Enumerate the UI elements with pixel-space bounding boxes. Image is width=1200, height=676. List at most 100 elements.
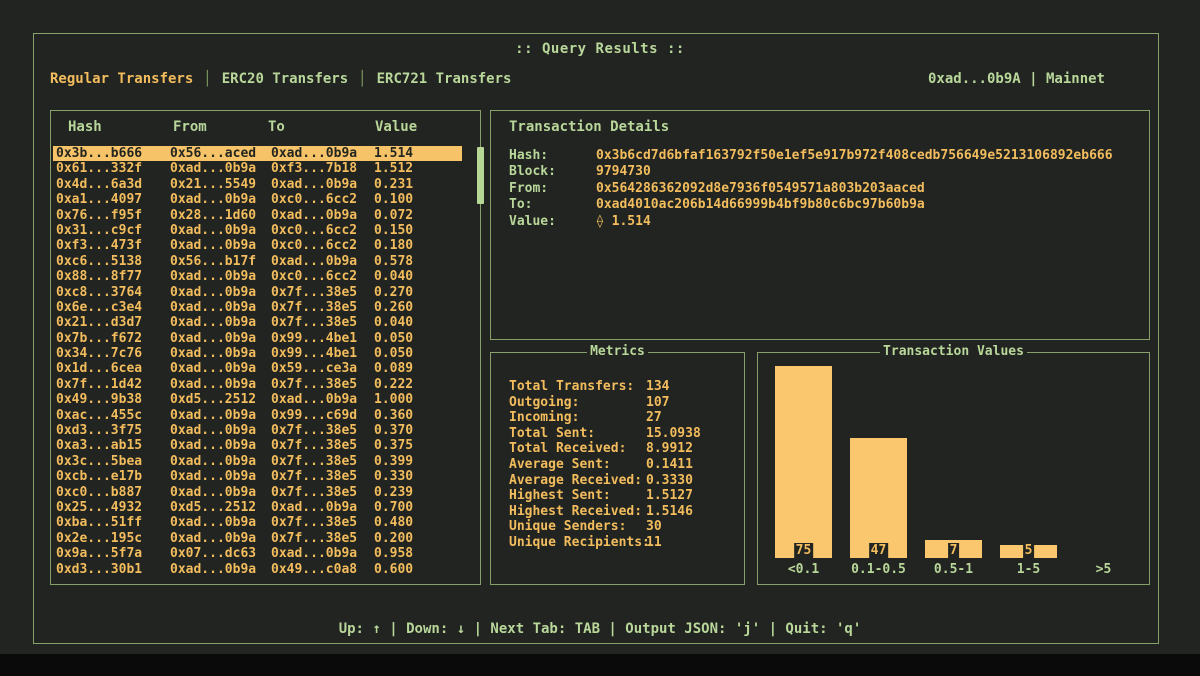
cell-hash: 0x7f...1d42 (56, 377, 170, 392)
cell-from: 0xad...0b9a (170, 454, 271, 469)
cell-value: 0.200 (374, 531, 462, 546)
metric-row: Outgoing:107 (509, 395, 701, 411)
table-row[interactable]: 0xba...51ff0xad...0b9a0x7f...38e50.480 (53, 515, 462, 530)
table-row[interactable]: 0x25...49320xd5...25120xad...0b9a0.700 (53, 500, 462, 515)
cell-to: 0x7f...38e5 (271, 438, 374, 453)
cell-hash: 0xc8...3764 (56, 285, 170, 300)
cell-from: 0xad...0b9a (170, 485, 271, 500)
detail-value: 0x3b6cd7d6bfaf163792f50e1ef5e917b972f408… (596, 148, 1113, 164)
x-axis-tick-label: 0.1-0.5 (841, 562, 916, 577)
page-title: :: Query Results :: (0, 41, 1200, 57)
cell-from: 0xad...0b9a (170, 346, 271, 361)
cell-to: 0x7f...38e5 (271, 315, 374, 330)
cell-from: 0xad...0b9a (170, 300, 271, 315)
cell-value: 0.239 (374, 485, 462, 500)
table-row[interactable]: 0x1d...6cea0xad...0b9a0x59...ce3a0.089 (53, 361, 462, 376)
tab-regular-transfers[interactable]: Regular Transfers (50, 71, 193, 87)
cell-to: 0xad...0b9a (271, 146, 374, 161)
cell-value: 0.050 (374, 331, 462, 346)
cell-to: 0xad...0b9a (271, 546, 374, 561)
cell-to: 0x99...4be1 (271, 346, 374, 361)
cell-value: 0.222 (374, 377, 462, 392)
metric-value: 11 (646, 535, 662, 551)
table-row[interactable]: 0x34...7c760xad...0b9a0x99...4be10.050 (53, 346, 462, 361)
cell-value: 0.150 (374, 223, 462, 238)
cell-to: 0x7f...38e5 (271, 285, 374, 300)
table-row[interactable]: 0x3b...b6660x56...aced0xad...0b9a1.514 (53, 146, 462, 161)
metric-value: 30 (646, 519, 662, 535)
cell-value: 0.040 (374, 269, 462, 284)
metric-row: Total Transfers:134 (509, 379, 701, 395)
cell-from: 0xad...0b9a (170, 161, 271, 176)
table-row[interactable]: 0xac...455c0xad...0b9a0x99...c69d0.360 (53, 408, 462, 423)
cell-from: 0xad...0b9a (170, 531, 271, 546)
detail-row: Block:9794730 (509, 164, 1113, 180)
cell-hash: 0xc0...b887 (56, 485, 170, 500)
tab-erc20-transfers[interactable]: ERC20 Transfers (222, 71, 348, 87)
table-row[interactable]: 0x21...d3d70xad...0b9a0x7f...38e50.040 (53, 315, 462, 330)
metric-value: 27 (646, 410, 662, 426)
keybinding-hints: Up: ↑ | Down: ↓ | Next Tab: TAB | Output… (0, 621, 1200, 637)
table-scrollbar-thumb[interactable] (477, 147, 484, 204)
table-row[interactable]: 0xa1...40970xad...0b9a0xc0...6cc20.100 (53, 192, 462, 207)
metric-value: 0.1411 (646, 457, 693, 473)
cell-from: 0x56...b17f (170, 254, 271, 269)
table-row[interactable]: 0xcb...e17b0xad...0b9a0x7f...38e50.330 (53, 469, 462, 484)
cell-to: 0xad...0b9a (271, 254, 374, 269)
cell-hash: 0xd3...3f75 (56, 423, 170, 438)
cell-value: 0.072 (374, 208, 462, 223)
metric-label: Outgoing: (509, 395, 646, 411)
detail-value: 0x564286362092d8e7936f0549571a803b203aac… (596, 181, 925, 197)
cell-to: 0x7f...38e5 (271, 377, 374, 392)
table-row[interactable]: 0x6e...c3e40xad...0b9a0x7f...38e50.260 (53, 300, 462, 315)
cell-hash: 0x7b...f672 (56, 331, 170, 346)
histogram-x-axis-labels: <0.10.1-0.50.5-11-5>5 (766, 562, 1141, 578)
table-row[interactable]: 0xf3...473f0xad...0b9a0xc0...6cc20.180 (53, 238, 462, 253)
cell-from: 0x56...aced (170, 146, 271, 161)
table-row[interactable]: 0x7b...f6720xad...0b9a0x99...4be10.050 (53, 331, 462, 346)
metric-label: Unique Recipients: (509, 535, 646, 551)
table-row[interactable]: 0xd3...3f750xad...0b9a0x7f...38e50.370 (53, 423, 462, 438)
tab-bar: Regular Transfers│ERC20 Transfers│ERC721… (50, 71, 511, 87)
table-row[interactable]: 0xa3...ab150xad...0b9a0x7f...38e50.375 (53, 438, 462, 453)
table-row[interactable]: 0x2e...195c0xad...0b9a0x7f...38e50.200 (53, 531, 462, 546)
detail-label: To: (509, 197, 596, 213)
cell-value: 0.089 (374, 361, 462, 376)
metric-label: Total Sent: (509, 426, 646, 442)
table-row[interactable]: 0x3c...5bea0xad...0b9a0x7f...38e50.399 (53, 454, 462, 469)
transfers-table-panel: Hash From To Value 0x3b...b6660x56...ace… (50, 110, 481, 585)
table-row[interactable]: 0x9a...5f7a0x07...dc630xad...0b9a0.958 (53, 546, 462, 561)
table-row[interactable]: 0x88...8f770xad...0b9a0xc0...6cc20.040 (53, 269, 462, 284)
histogram-plot: 754775 (766, 353, 1141, 558)
cell-from: 0xad...0b9a (170, 315, 271, 330)
cell-hash: 0x61...332f (56, 161, 170, 176)
table-row[interactable]: 0x49...9b380xd5...25120xad...0b9a1.000 (53, 392, 462, 407)
transaction-values-chart-panel: Transaction Values 754775 <0.10.1-0.50.5… (757, 352, 1150, 585)
table-row[interactable]: 0x76...f95f0x28...1d600xad...0b9a0.072 (53, 208, 462, 223)
cell-value: 1.512 (374, 161, 462, 176)
cell-hash: 0x34...7c76 (56, 346, 170, 361)
detail-label: From: (509, 181, 596, 197)
cell-value: 0.100 (374, 192, 462, 207)
cell-hash: 0x4d...6a3d (56, 177, 170, 192)
table-row[interactable]: 0xc6...51380x56...b17f0xad...0b9a0.578 (53, 254, 462, 269)
cell-hash: 0x25...4932 (56, 500, 170, 515)
cell-value: 0.578 (374, 254, 462, 269)
metric-value: 134 (646, 379, 669, 395)
x-axis-tick-label: <0.1 (766, 562, 841, 577)
table-row[interactable]: 0x31...c9cf0xad...0b9a0xc0...6cc20.150 (53, 223, 462, 238)
table-row[interactable]: 0x7f...1d420xad...0b9a0x7f...38e50.222 (53, 377, 462, 392)
detail-value: 9794730 (596, 164, 651, 180)
cell-value: 0.050 (374, 346, 462, 361)
metric-value: 0.3330 (646, 473, 693, 489)
table-row[interactable]: 0xc8...37640xad...0b9a0x7f...38e50.270 (53, 285, 462, 300)
table-row[interactable]: 0x61...332f0xad...0b9a0xf3...7b181.512 (53, 161, 462, 176)
cell-value: 1.000 (374, 392, 462, 407)
cell-hash: 0x49...9b38 (56, 392, 170, 407)
tab-erc721-transfers[interactable]: ERC721 Transfers (377, 71, 512, 87)
table-row[interactable]: 0x4d...6a3d0x21...55490xad...0b9a0.231 (53, 177, 462, 192)
table-row[interactable]: 0xc0...b8870xad...0b9a0x7f...38e50.239 (53, 485, 462, 500)
wallet-network-label: 0xad...0b9A | Mainnet (928, 71, 1105, 87)
cell-value: 0.958 (374, 546, 462, 561)
table-row[interactable]: 0xd3...30b10xad...0b9a0x49...c0a80.600 (53, 562, 462, 577)
